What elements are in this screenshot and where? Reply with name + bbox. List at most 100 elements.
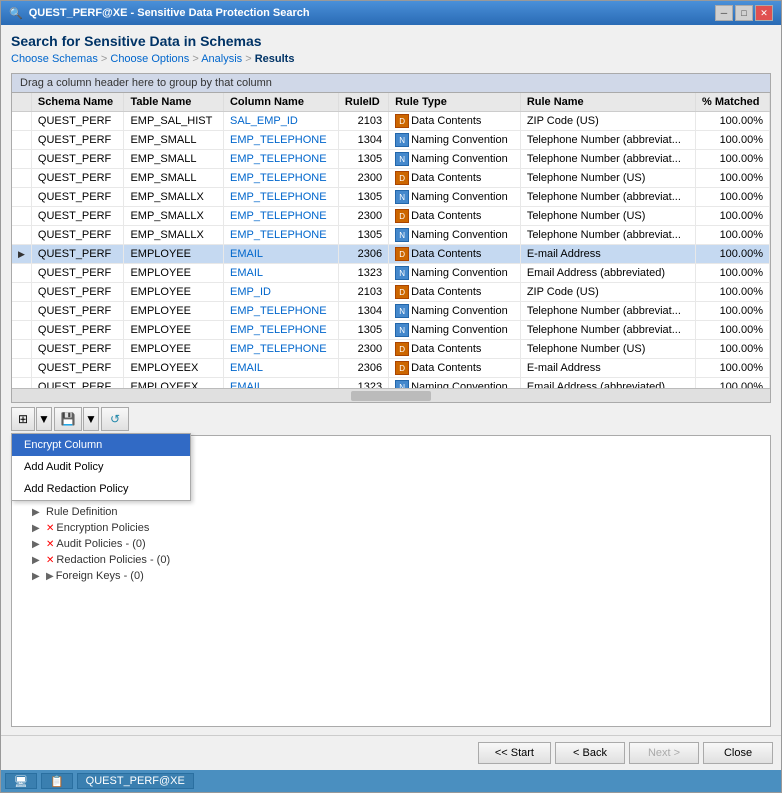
row-arrow: ▶ [12,245,31,264]
cell-column: EMP_TELEPHONE [223,207,338,226]
tree-item[interactable]: ▶ ✕Audit Policies - (0) [16,536,766,552]
next-button[interactable]: Next > [629,742,699,764]
table-row[interactable]: QUEST_PERF EMP_SMALL EMP_TELEPHONE 1305 … [12,150,770,169]
cell-ruleid: 2300 [338,169,388,188]
breadcrumb-schemas[interactable]: Choose Schemas [11,53,98,65]
table-row[interactable]: QUEST_PERF EMPLOYEE EMP_TELEPHONE 1304 N… [12,302,770,321]
cell-matched: 100.00% [696,321,770,340]
table-row[interactable]: QUEST_PERF EMPLOYEE EMP_TELEPHONE 1305 N… [12,321,770,340]
cell-schema: QUEST_PERF [31,264,124,283]
cell-ruleid: 2306 [338,359,388,378]
tree-label: Encryption Policies [56,522,149,534]
col-header-schema[interactable]: Schema Name [31,93,124,112]
cell-ruleid: 2306 [338,245,388,264]
cell-column: SAL_EMP_ID [223,112,338,131]
cell-column: EMP_TELEPHONE [223,131,338,150]
cell-rulename: Telephone Number (abbreviat... [520,226,695,245]
table-row[interactable]: ▶ QUEST_PERF EMPLOYEE EMAIL 2306 DData C… [12,245,770,264]
content-area: Search for Sensitive Data in Schemas Cho… [1,25,781,735]
cell-rulename: ZIP Code (US) [520,283,695,302]
col-header-ruleid[interactable]: RuleID [338,93,388,112]
refresh-button[interactable]: ↺ [101,407,129,431]
table-row[interactable]: QUEST_PERF EMP_SMALLX EMP_TELEPHONE 1305… [12,226,770,245]
tree-label: Rule Definition [46,506,118,518]
tree-item[interactable]: ▶ ✕Encryption Policies [16,520,766,536]
col-header-rulename[interactable]: Rule Name [520,93,695,112]
table-row[interactable]: QUEST_PERF EMPLOYEE EMP_TELEPHONE 2300 D… [12,340,770,359]
cell-rulename: Telephone Number (abbreviat... [520,131,695,150]
row-arrow [12,188,31,207]
save-dropdown-button[interactable]: ▼ [83,407,99,431]
cell-ruleid: 1304 [338,131,388,150]
breadcrumb-options[interactable]: Choose Options [110,53,189,65]
tree-item[interactable]: ▶ Rule Definition [16,504,766,520]
breadcrumb-analysis[interactable]: Analysis [201,53,242,65]
toolbar-group-save: 💾 ▼ [54,407,99,431]
encrypt-column-item[interactable]: Encrypt Column [12,434,190,456]
cell-schema: QUEST_PERF [31,131,124,150]
row-arrow [12,207,31,226]
cell-matched: 100.00% [696,150,770,169]
row-arrow [12,150,31,169]
table-row[interactable]: QUEST_PERF EMPLOYEEX EMAIL 1323 NNaming … [12,378,770,389]
table-row[interactable]: QUEST_PERF EMP_SMALLX EMP_TELEPHONE 2300… [12,207,770,226]
cell-column: EMP_ID [223,283,338,302]
add-redaction-policy-item[interactable]: Add Redaction Policy [12,478,190,500]
table-row[interactable]: QUEST_PERF EMPLOYEE EMP_ID 2103 DData Co… [12,283,770,302]
cell-rulename: Telephone Number (abbreviat... [520,188,695,207]
cell-rulename: Telephone Number (abbreviat... [520,302,695,321]
cell-rulename: Telephone Number (US) [520,207,695,226]
cell-schema: QUEST_PERF [31,112,124,131]
col-header-matched[interactable]: % Matched [696,93,770,112]
add-audit-policy-item[interactable]: Add Audit Policy [12,456,190,478]
cell-ruletype: NNaming Convention [389,264,521,283]
cell-table: EMP_SMALLX [124,188,224,207]
minimize-button[interactable]: ─ [715,5,733,21]
table-row[interactable]: QUEST_PERF EMP_SMALLX EMP_TELEPHONE 1305… [12,188,770,207]
cell-ruletype: DData Contents [389,169,521,188]
cell-ruleid: 2300 [338,340,388,359]
footer-buttons: << Start < Back Next > Close [1,735,781,770]
col-header-ruletype[interactable]: Rule Type [389,93,521,112]
table-row[interactable]: QUEST_PERF EMP_SMALL EMP_TELEPHONE 2300 … [12,169,770,188]
back-button[interactable]: < Back [555,742,625,764]
col-header-column[interactable]: Column Name [223,93,338,112]
maximize-button[interactable]: □ [735,5,753,21]
cell-schema: QUEST_PERF [31,283,124,302]
drag-hint: Drag a column header here to group by th… [12,74,770,93]
cell-table: EMP_SMALL [124,169,224,188]
cell-ruletype: NNaming Convention [389,131,521,150]
cell-column: EMP_TELEPHONE [223,188,338,207]
cell-matched: 100.00% [696,264,770,283]
tree-item[interactable]: ▶ ✕Redaction Policies - (0) [16,552,766,568]
table-row[interactable]: QUEST_PERF EMPLOYEEX EMAIL 2306 DData Co… [12,359,770,378]
save-button[interactable]: 💾 [54,407,82,431]
col-header-table[interactable]: Table Name [124,93,224,112]
dropdown-arrow-icon: ▼ [38,412,50,426]
status-clipboard-icon: 📋 [41,773,73,789]
table-header-row: Schema Name Table Name Column Name RuleI… [12,93,770,112]
cell-schema: QUEST_PERF [31,188,124,207]
cell-ruletype: NNaming Convention [389,188,521,207]
action-button[interactable]: ⊞ [11,407,35,431]
action-dropdown-button[interactable]: ▼ [36,407,52,431]
start-button[interactable]: << Start [478,742,551,764]
tree-item[interactable]: ▶ ▶Foreign Keys - (0) [16,568,766,584]
cell-ruleid: 1305 [338,321,388,340]
results-table-container: Drag a column header here to group by th… [11,73,771,403]
cell-ruletype: DData Contents [389,359,521,378]
table-row[interactable]: QUEST_PERF EMP_SMALL EMP_TELEPHONE 1304 … [12,131,770,150]
close-button-footer[interactable]: Close [703,742,773,764]
table-row[interactable]: QUEST_PERF EMPLOYEE EMAIL 1323 NNaming C… [12,264,770,283]
table-scroll-area[interactable]: Schema Name Table Name Column Name RuleI… [12,93,770,388]
status-bar: 🖥 📋 QUEST_PERF@XE [1,770,781,792]
horizontal-scrollbar[interactable] [12,388,770,402]
cell-column: EMP_TELEPHONE [223,340,338,359]
cell-ruletype: DData Contents [389,245,521,264]
scrollbar-thumb[interactable] [351,391,431,401]
table-row[interactable]: QUEST_PERF EMP_SAL_HIST SAL_EMP_ID 2103 … [12,112,770,131]
cell-matched: 100.00% [696,112,770,131]
cell-table: EMP_SMALLX [124,207,224,226]
cell-table: EMP_SAL_HIST [124,112,224,131]
close-button[interactable]: ✕ [755,5,773,21]
